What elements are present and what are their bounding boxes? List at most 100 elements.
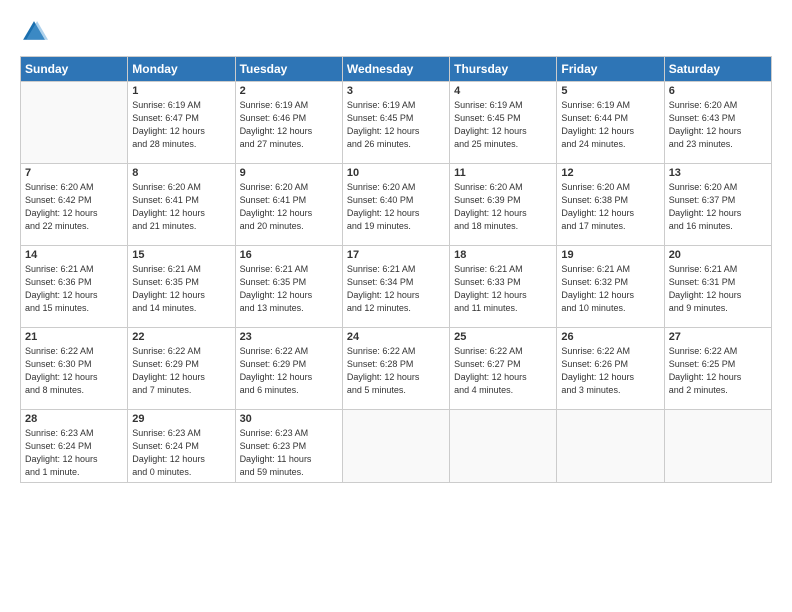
week-row-4: 28 Sunrise: 6:23 AM Sunset: 6:24 PM Dayli…	[21, 410, 772, 483]
calendar-cell: 2 Sunrise: 6:19 AM Sunset: 6:46 PM Daylig…	[235, 82, 342, 164]
day-number: 12	[561, 167, 659, 179]
day-number: 7	[25, 167, 123, 179]
day-number: 19	[561, 249, 659, 261]
day-number: 23	[240, 331, 338, 343]
day-info: Sunrise: 6:19 AM Sunset: 6:45 PM Dayligh…	[454, 99, 552, 151]
weekday-header-wednesday: Wednesday	[342, 57, 449, 82]
day-info: Sunrise: 6:20 AM Sunset: 6:41 PM Dayligh…	[132, 181, 230, 233]
day-info: Sunrise: 6:21 AM Sunset: 6:33 PM Dayligh…	[454, 263, 552, 315]
day-info: Sunrise: 6:20 AM Sunset: 6:40 PM Dayligh…	[347, 181, 445, 233]
day-number: 2	[240, 85, 338, 97]
calendar-cell: 15 Sunrise: 6:21 AM Sunset: 6:35 PM Dayli…	[128, 246, 235, 328]
calendar-cell: 7 Sunrise: 6:20 AM Sunset: 6:42 PM Daylig…	[21, 164, 128, 246]
day-info: Sunrise: 6:19 AM Sunset: 6:44 PM Dayligh…	[561, 99, 659, 151]
day-number: 17	[347, 249, 445, 261]
day-info: Sunrise: 6:22 AM Sunset: 6:29 PM Dayligh…	[240, 345, 338, 397]
calendar-cell: 26 Sunrise: 6:22 AM Sunset: 6:26 PM Dayli…	[557, 328, 664, 410]
day-number: 28	[25, 413, 123, 425]
calendar-cell	[450, 410, 557, 483]
weekday-header-thursday: Thursday	[450, 57, 557, 82]
calendar-cell	[664, 410, 771, 483]
day-info: Sunrise: 6:19 AM Sunset: 6:45 PM Dayligh…	[347, 99, 445, 151]
calendar-cell: 10 Sunrise: 6:20 AM Sunset: 6:40 PM Dayli…	[342, 164, 449, 246]
calendar-cell: 21 Sunrise: 6:22 AM Sunset: 6:30 PM Dayli…	[21, 328, 128, 410]
day-info: Sunrise: 6:21 AM Sunset: 6:32 PM Dayligh…	[561, 263, 659, 315]
weekday-header-tuesday: Tuesday	[235, 57, 342, 82]
day-info: Sunrise: 6:21 AM Sunset: 6:31 PM Dayligh…	[669, 263, 767, 315]
day-number: 18	[454, 249, 552, 261]
day-number: 3	[347, 85, 445, 97]
calendar-cell: 18 Sunrise: 6:21 AM Sunset: 6:33 PM Dayli…	[450, 246, 557, 328]
day-info: Sunrise: 6:20 AM Sunset: 6:41 PM Dayligh…	[240, 181, 338, 233]
week-row-0: 1 Sunrise: 6:19 AM Sunset: 6:47 PM Daylig…	[21, 82, 772, 164]
week-row-2: 14 Sunrise: 6:21 AM Sunset: 6:36 PM Dayli…	[21, 246, 772, 328]
day-info: Sunrise: 6:22 AM Sunset: 6:26 PM Dayligh…	[561, 345, 659, 397]
calendar-cell: 5 Sunrise: 6:19 AM Sunset: 6:44 PM Daylig…	[557, 82, 664, 164]
day-number: 26	[561, 331, 659, 343]
logo-icon	[20, 18, 48, 46]
day-number: 4	[454, 85, 552, 97]
day-info: Sunrise: 6:21 AM Sunset: 6:35 PM Dayligh…	[240, 263, 338, 315]
calendar-cell	[21, 82, 128, 164]
day-number: 27	[669, 331, 767, 343]
calendar-cell: 27 Sunrise: 6:22 AM Sunset: 6:25 PM Dayli…	[664, 328, 771, 410]
week-row-1: 7 Sunrise: 6:20 AM Sunset: 6:42 PM Daylig…	[21, 164, 772, 246]
calendar-cell: 22 Sunrise: 6:22 AM Sunset: 6:29 PM Dayli…	[128, 328, 235, 410]
calendar-cell: 14 Sunrise: 6:21 AM Sunset: 6:36 PM Dayli…	[21, 246, 128, 328]
day-info: Sunrise: 6:22 AM Sunset: 6:25 PM Dayligh…	[669, 345, 767, 397]
calendar-cell	[557, 410, 664, 483]
day-info: Sunrise: 6:19 AM Sunset: 6:47 PM Dayligh…	[132, 99, 230, 151]
day-number: 1	[132, 85, 230, 97]
day-number: 15	[132, 249, 230, 261]
calendar-cell: 6 Sunrise: 6:20 AM Sunset: 6:43 PM Daylig…	[664, 82, 771, 164]
calendar-cell: 8Sunrise: 6:20 AM Sunset: 6:41 PM Daylig…	[128, 164, 235, 246]
day-number: 5	[561, 85, 659, 97]
day-number: 16	[240, 249, 338, 261]
day-number: 21	[25, 331, 123, 343]
logo	[20, 18, 52, 46]
day-number: 6	[669, 85, 767, 97]
day-number: 22	[132, 331, 230, 343]
day-number: 11	[454, 167, 552, 179]
day-info: Sunrise: 6:20 AM Sunset: 6:43 PM Dayligh…	[669, 99, 767, 151]
day-number: 29	[132, 413, 230, 425]
calendar-cell: 12 Sunrise: 6:20 AM Sunset: 6:38 PM Dayli…	[557, 164, 664, 246]
weekday-header-monday: Monday	[128, 57, 235, 82]
calendar-cell: 24 Sunrise: 6:22 AM Sunset: 6:28 PM Dayli…	[342, 328, 449, 410]
day-info: Sunrise: 6:22 AM Sunset: 6:29 PM Dayligh…	[132, 345, 230, 397]
day-info: Sunrise: 6:22 AM Sunset: 6:28 PM Dayligh…	[347, 345, 445, 397]
day-info: Sunrise: 6:21 AM Sunset: 6:35 PM Dayligh…	[132, 263, 230, 315]
calendar-cell: 13 Sunrise: 6:20 AM Sunset: 6:37 PM Dayli…	[664, 164, 771, 246]
calendar-cell: 25Sunrise: 6:22 AM Sunset: 6:27 PM Dayli…	[450, 328, 557, 410]
calendar-cell: 3 Sunrise: 6:19 AM Sunset: 6:45 PM Daylig…	[342, 82, 449, 164]
calendar-cell: 20Sunrise: 6:21 AM Sunset: 6:31 PM Dayli…	[664, 246, 771, 328]
weekday-header-row: SundayMondayTuesdayWednesdayThursdayFrid…	[21, 57, 772, 82]
calendar-table: SundayMondayTuesdayWednesdayThursdayFrid…	[20, 56, 772, 483]
calendar-cell: 29 Sunrise: 6:23 AM Sunset: 6:24 PM Dayli…	[128, 410, 235, 483]
calendar-cell: 28 Sunrise: 6:23 AM Sunset: 6:24 PM Dayli…	[21, 410, 128, 483]
day-info: Sunrise: 6:20 AM Sunset: 6:42 PM Dayligh…	[25, 181, 123, 233]
day-number: 10	[347, 167, 445, 179]
weekday-header-saturday: Saturday	[664, 57, 771, 82]
week-row-3: 21 Sunrise: 6:22 AM Sunset: 6:30 PM Dayli…	[21, 328, 772, 410]
day-number: 14	[25, 249, 123, 261]
day-info: Sunrise: 6:23 AM Sunset: 6:24 PM Dayligh…	[132, 427, 230, 479]
calendar-body: 1 Sunrise: 6:19 AM Sunset: 6:47 PM Daylig…	[21, 82, 772, 483]
calendar-cell	[342, 410, 449, 483]
header	[20, 18, 772, 46]
day-number: 24	[347, 331, 445, 343]
day-info: Sunrise: 6:22 AM Sunset: 6:30 PM Dayligh…	[25, 345, 123, 397]
calendar-cell: 23 Sunrise: 6:22 AM Sunset: 6:29 PM Dayli…	[235, 328, 342, 410]
calendar-cell: 1 Sunrise: 6:19 AM Sunset: 6:47 PM Daylig…	[128, 82, 235, 164]
day-info: Sunrise: 6:19 AM Sunset: 6:46 PM Dayligh…	[240, 99, 338, 151]
weekday-header-sunday: Sunday	[21, 57, 128, 82]
calendar-cell: 17Sunrise: 6:21 AM Sunset: 6:34 PM Dayli…	[342, 246, 449, 328]
day-info: Sunrise: 6:21 AM Sunset: 6:36 PM Dayligh…	[25, 263, 123, 315]
day-info: Sunrise: 6:20 AM Sunset: 6:37 PM Dayligh…	[669, 181, 767, 233]
weekday-header-friday: Friday	[557, 57, 664, 82]
day-number: 13	[669, 167, 767, 179]
day-info: Sunrise: 6:20 AM Sunset: 6:38 PM Dayligh…	[561, 181, 659, 233]
calendar-cell: 9Sunrise: 6:20 AM Sunset: 6:41 PM Daylig…	[235, 164, 342, 246]
day-info: Sunrise: 6:22 AM Sunset: 6:27 PM Dayligh…	[454, 345, 552, 397]
day-info: Sunrise: 6:23 AM Sunset: 6:24 PM Dayligh…	[25, 427, 123, 479]
